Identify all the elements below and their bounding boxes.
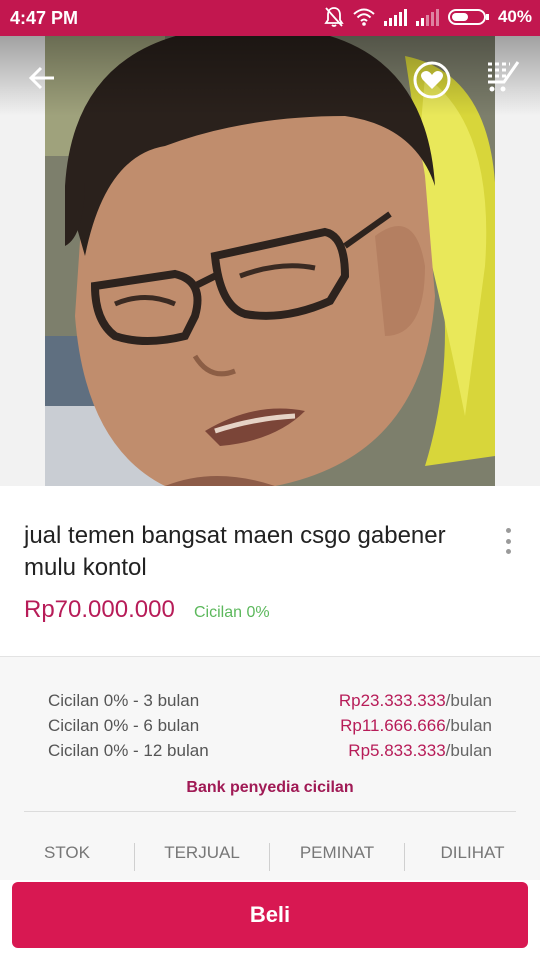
- installment-label: Cicilan 0% - 6 bulan: [48, 716, 200, 735]
- more-options-button[interactable]: [496, 526, 520, 556]
- cart-button[interactable]: [480, 56, 524, 100]
- more-dot-icon: [505, 538, 511, 544]
- installment-amount: Rp11.666.666/bulan: [340, 716, 492, 736]
- product-info: jual temen bangsat maen csgo gabener mul…: [0, 486, 540, 656]
- signal-icon: [383, 9, 407, 26]
- status-bar: 4:47 PM 40%: [0, 0, 540, 36]
- product-image-area[interactable]: [0, 36, 540, 486]
- product-price: Rp70.000.000: [24, 596, 175, 623]
- stat-terjual: TERJUAL: [164, 843, 240, 862]
- hero-shade: [0, 36, 540, 116]
- cart-icon: [488, 61, 520, 92]
- battery-percent: 40%: [497, 7, 532, 26]
- stat-peminat: PEMINAT: [299, 843, 375, 862]
- mute-bell-icon: [324, 7, 344, 27]
- installment-label: Cicilan 0% - 3 bulan: [48, 691, 200, 710]
- installment-unit: /bulan: [445, 741, 492, 760]
- installment-unit: /bulan: [445, 691, 492, 710]
- installment-unit: /bulan: [445, 716, 492, 735]
- installment-value: Rp11.666.666: [340, 716, 446, 735]
- installment-section: Cicilan 0% - 3 bulan Rp23.333.333/bulan …: [0, 656, 540, 880]
- wifi-icon: [353, 8, 375, 26]
- wishlist-button[interactable]: [410, 58, 454, 102]
- buy-button[interactable]: Beli: [12, 882, 528, 948]
- battery-icon: [447, 9, 489, 25]
- installment-value: Rp5.833.333: [348, 741, 446, 760]
- product-title: jual temen bangsat maen csgo gabener mul…: [24, 522, 446, 581]
- installment-tag: Cicilan 0%: [194, 604, 270, 621]
- installment-row: Cicilan 0% - 12 bulan Rp5.833.333/bulan: [48, 741, 492, 765]
- product-page: 4:47 PM 40% jual temen bangsat maen csgo…: [0, 0, 540, 960]
- heart-icon: [413, 61, 451, 99]
- status-icons: 40%: [324, 6, 532, 28]
- stats-bar: STOK TERJUAL PEMINAT DILIHAT: [0, 843, 540, 873]
- installment-row: Cicilan 0% - 3 bulan Rp23.333.333/bulan: [48, 691, 492, 715]
- signal-weak-icon: [415, 9, 439, 26]
- bank-provider-link[interactable]: Bank penyedia cicilan: [0, 779, 540, 797]
- back-button[interactable]: [20, 56, 64, 100]
- installment-row: Cicilan 0% - 6 bulan Rp11.666.666/bulan: [48, 716, 492, 740]
- back-arrow-icon: [28, 66, 54, 90]
- installment-label: Cicilan 0% - 12 bulan: [48, 741, 209, 760]
- stat-dilihat: DILIHAT: [440, 843, 505, 862]
- more-dot-icon: [505, 528, 511, 533]
- installment-value: Rp23.333.333: [338, 691, 446, 710]
- divider: [24, 811, 516, 812]
- stat-stok: STOK: [44, 843, 90, 862]
- status-time: 4:47 PM: [10, 8, 79, 28]
- more-dot-icon: [505, 549, 511, 554]
- installment-amount: Rp5.833.333/bulan: [348, 741, 492, 761]
- installment-amount: Rp23.333.333/bulan: [339, 691, 492, 711]
